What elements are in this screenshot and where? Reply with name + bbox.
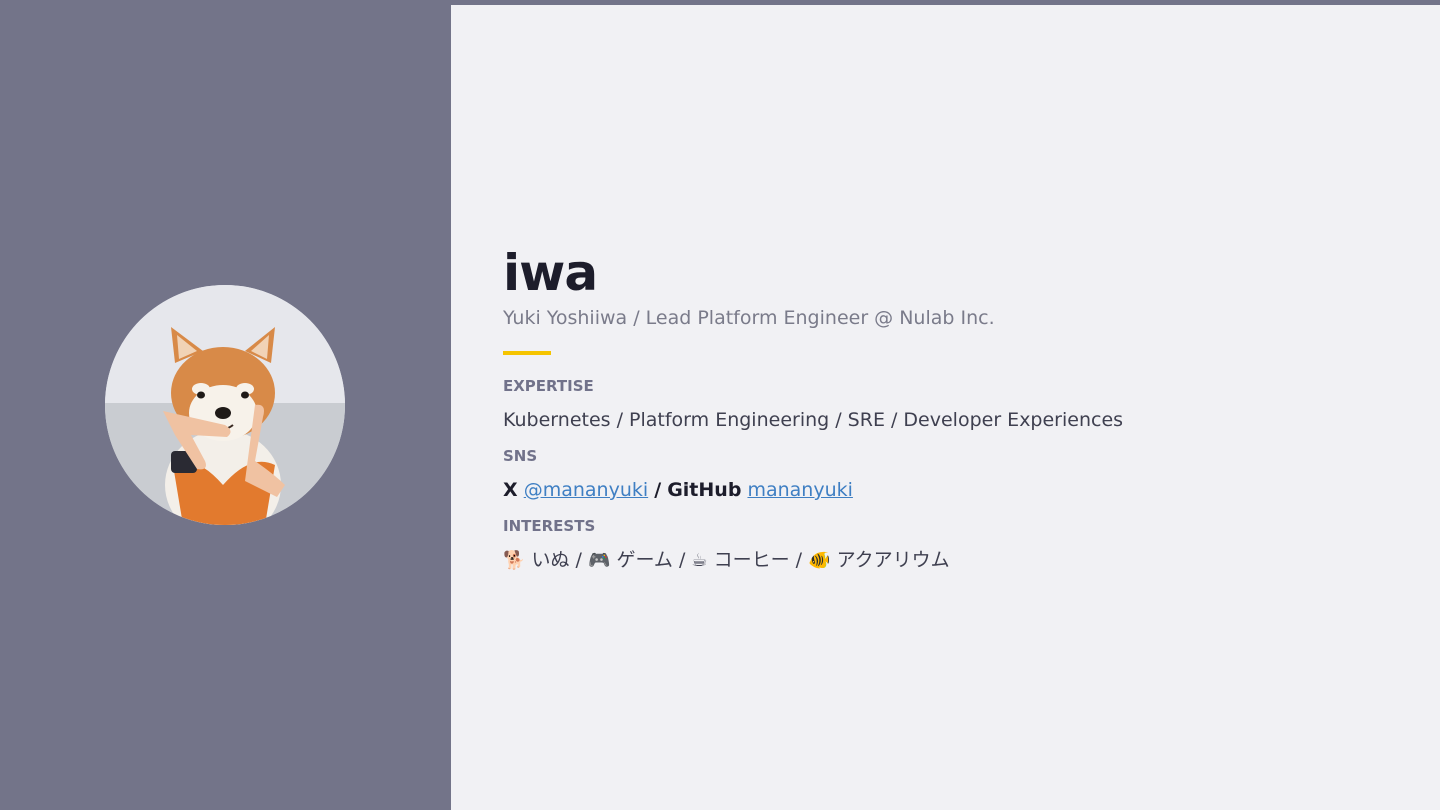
x-handle-link[interactable]: @mananyuki xyxy=(524,479,648,501)
interest-item: いぬ xyxy=(531,549,570,571)
left-panel xyxy=(0,0,451,810)
dog-icon: 🐕 xyxy=(503,550,526,571)
sns-links: X @mananyuki / GitHub mananyuki xyxy=(503,477,1403,503)
tropical-fish-icon: 🐠 xyxy=(808,550,831,571)
sns-label: SNS xyxy=(503,447,538,465)
profile-name: iwa xyxy=(503,244,598,302)
coffee-icon: ☕ xyxy=(691,550,708,571)
github-label: GitHub xyxy=(667,479,742,501)
game-controller-icon: 🎮 xyxy=(587,550,611,571)
profile-content: iwa Yuki Yoshiiwa / Lead Platform Engine… xyxy=(503,245,1403,588)
profile-slide: iwa Yuki Yoshiiwa / Lead Platform Engine… xyxy=(0,0,1440,810)
accent-divider xyxy=(503,351,551,355)
x-label: X xyxy=(503,479,518,501)
shiba-dog-photo xyxy=(105,285,345,525)
right-panel: iwa Yuki Yoshiiwa / Lead Platform Engine… xyxy=(451,5,1440,810)
interest-separator: / xyxy=(795,549,803,571)
interest-separator: / xyxy=(678,549,686,571)
avatar xyxy=(105,285,345,525)
interests-label: INTERESTS xyxy=(503,517,596,535)
github-handle-link[interactable]: mananyuki xyxy=(747,479,852,501)
profile-subtitle: Yuki Yoshiiwa / Lead Platform Engineer @… xyxy=(503,307,995,329)
expertise-label: EXPERTISE xyxy=(503,377,594,395)
interests-list: 🐕 いぬ / 🎮 ゲーム / ☕ コーヒー / 🐠 アクアリウム xyxy=(503,547,1403,574)
expertise-value: Kubernetes / Platform Engineering / SRE … xyxy=(503,409,1124,431)
interest-separator: / xyxy=(575,549,582,571)
interest-item: アクアリウム xyxy=(836,549,950,571)
interest-item: コーヒー xyxy=(713,549,790,571)
sns-separator: / xyxy=(654,479,662,501)
interest-item: ゲーム xyxy=(616,549,673,571)
